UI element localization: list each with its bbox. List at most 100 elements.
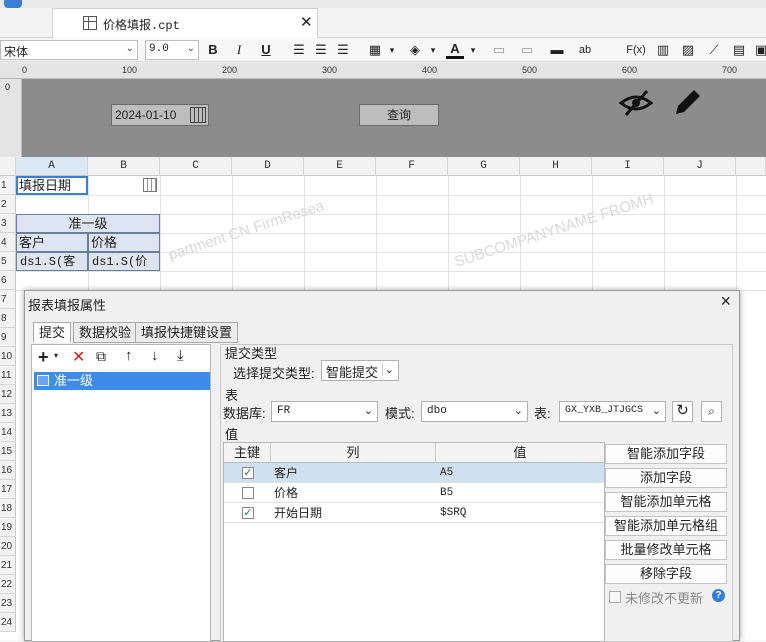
chevron-down-icon[interactable]: ▾ — [424, 41, 442, 59]
cell-b1[interactable] — [88, 176, 160, 195]
table-row[interactable]: 价格 B5 — [224, 483, 604, 503]
query-button[interactable]: 查询 — [359, 104, 439, 126]
cell-a4[interactable]: 客户 — [16, 233, 88, 252]
calendar-icon[interactable] — [190, 107, 206, 123]
column-header-key[interactable]: 主键 — [224, 443, 271, 463]
close-icon[interactable]: × — [720, 291, 731, 312]
chevron-down-icon[interactable]: ▾ — [54, 351, 58, 360]
column-header[interactable]: D — [232, 157, 304, 176]
table-row[interactable]: ✓ 客户 A5 — [224, 463, 604, 483]
cell-a5[interactable]: ds1.S(客 — [16, 252, 88, 271]
textbox-icon[interactable]: ▬ — [548, 41, 566, 59]
close-tab-icon[interactable]: ✕ — [300, 13, 313, 31]
column-header[interactable]: J — [664, 157, 736, 176]
align-right-icon[interactable]: ☰ — [334, 41, 352, 59]
row-header[interactable]: 5 — [0, 252, 16, 271]
edit-pencil-icon[interactable] — [670, 86, 704, 120]
align-left-icon[interactable]: ☰ — [290, 41, 308, 59]
row-header[interactable]: 23 — [0, 594, 16, 613]
italic-button[interactable]: I — [230, 41, 248, 59]
chart-icon[interactable]: ▥ — [654, 41, 672, 59]
eye-slash-icon[interactable] — [618, 88, 654, 118]
copy-icon[interactable]: ⧉ — [96, 348, 106, 365]
smart-add-cell-button[interactable]: 智能添加单元格 — [605, 492, 727, 512]
move-up-icon[interactable]: ↑ — [125, 347, 133, 364]
batch-modify-cells-button[interactable]: 批量修改单元格 — [605, 540, 727, 560]
more-icon[interactable]: ▣ — [752, 41, 766, 59]
row-header[interactable]: 13 — [0, 404, 16, 423]
row-header[interactable]: 12 — [0, 385, 16, 404]
primary-key-checkbox[interactable]: ✓ — [242, 507, 254, 519]
row-header[interactable]: 9 — [0, 328, 16, 347]
row-header[interactable]: 19 — [0, 518, 16, 537]
row-header[interactable]: 10 — [0, 347, 16, 366]
font-family-select[interactable]: 宋体 ⌄ — [0, 40, 138, 60]
row-header[interactable]: 20 — [0, 537, 16, 556]
row-header[interactable]: 14 — [0, 423, 16, 442]
row-header[interactable]: 4 — [0, 233, 16, 252]
primary-key-checkbox[interactable]: ✓ — [242, 467, 254, 479]
row-header[interactable]: 17 — [0, 480, 16, 499]
add-icon[interactable]: + — [38, 347, 49, 368]
cell-b4[interactable]: 价格 — [88, 233, 160, 252]
corner-header[interactable] — [0, 157, 16, 176]
tab-submit[interactable]: 提交 — [33, 322, 72, 343]
tab-shortcut-settings[interactable]: 填报快捷键设置 — [135, 322, 239, 343]
smart-add-field-button[interactable]: 智能添加字段 — [605, 444, 727, 464]
row-header[interactable]: 15 — [0, 442, 16, 461]
submit-type-select[interactable]: 智能提交 ⌄ — [321, 360, 399, 381]
row-header[interactable]: 7 — [0, 290, 16, 309]
file-tab[interactable]: 价格填报.cpt ✕ — [52, 8, 318, 38]
split-icon[interactable]: ▭ — [518, 41, 536, 59]
font-size-select[interactable]: 9.0 ⌄ — [145, 40, 199, 60]
preview-table-icon[interactable]: ⌕ — [701, 401, 722, 422]
remove-field-button[interactable]: 移除字段 — [605, 564, 727, 584]
row-header[interactable]: 8 — [0, 309, 16, 328]
slash-icon[interactable]: ⟋ — [705, 41, 723, 59]
column-header[interactable]: E — [304, 157, 376, 176]
column-header-value[interactable]: 值 — [436, 443, 604, 463]
underline-button[interactable]: U — [257, 41, 275, 59]
font-color-button[interactable]: A — [446, 41, 464, 59]
unmodified-no-update-checkbox[interactable] — [609, 591, 621, 603]
formula-button[interactable]: F(x) — [624, 41, 648, 59]
border-icon[interactable]: ▦ — [366, 41, 384, 59]
column-header-column[interactable]: 列 — [271, 443, 436, 463]
column-header[interactable]: B — [88, 157, 160, 176]
smart-add-cell-group-button[interactable]: 智能添加单元格组 — [605, 516, 727, 536]
add-field-button[interactable]: 添加字段 — [605, 468, 727, 488]
row-header[interactable]: 22 — [0, 575, 16, 594]
date-field[interactable]: 2024-01-10 — [111, 104, 209, 126]
fill-color-icon[interactable]: ◈ — [406, 41, 424, 59]
move-down-icon[interactable]: ↓ — [151, 347, 159, 364]
cell-b5[interactable]: ds1.S(价 — [88, 252, 160, 271]
table-select[interactable]: GX_YXB_JTJGCS ⌄ — [559, 401, 666, 422]
move-bottom-icon[interactable]: ⤓ — [177, 347, 184, 364]
cell-a1[interactable]: 填报日期 — [16, 176, 88, 195]
row-header[interactable]: 3 — [0, 214, 16, 233]
row-header[interactable]: 16 — [0, 461, 16, 480]
column-header[interactable]: I — [592, 157, 664, 176]
chevron-down-icon[interactable]: ▾ — [383, 41, 401, 59]
column-header[interactable]: G — [448, 157, 520, 176]
align-center-icon[interactable]: ☰ — [312, 41, 330, 59]
chevron-down-icon[interactable]: ▾ — [464, 41, 482, 59]
delete-icon[interactable]: ✕ — [72, 347, 85, 367]
column-header[interactable]: C — [160, 157, 232, 176]
column-header[interactable]: H — [520, 157, 592, 176]
tab-data-validation[interactable]: 数据校验 — [73, 322, 138, 343]
column-header-empty[interactable] — [736, 157, 766, 176]
cell-element-icon[interactable]: ▤ — [730, 41, 748, 59]
text-ab-button[interactable]: ab — [574, 41, 596, 59]
tree-item-submit[interactable]: 准一级 — [34, 372, 210, 390]
row-header[interactable]: 11 — [0, 366, 16, 385]
row-header[interactable]: 21 — [0, 556, 16, 575]
column-header[interactable]: A — [16, 157, 88, 176]
schema-select[interactable]: dbo ⌄ — [421, 401, 528, 422]
row-header[interactable]: 24 — [0, 613, 16, 632]
column-header[interactable]: F — [376, 157, 448, 176]
table-row[interactable]: ✓ 开始日期 $SRQ — [224, 503, 604, 523]
merge-icon[interactable]: ▭ — [490, 41, 508, 59]
help-icon[interactable]: ? — [712, 589, 725, 602]
database-select[interactable]: FR ⌄ — [271, 401, 378, 422]
